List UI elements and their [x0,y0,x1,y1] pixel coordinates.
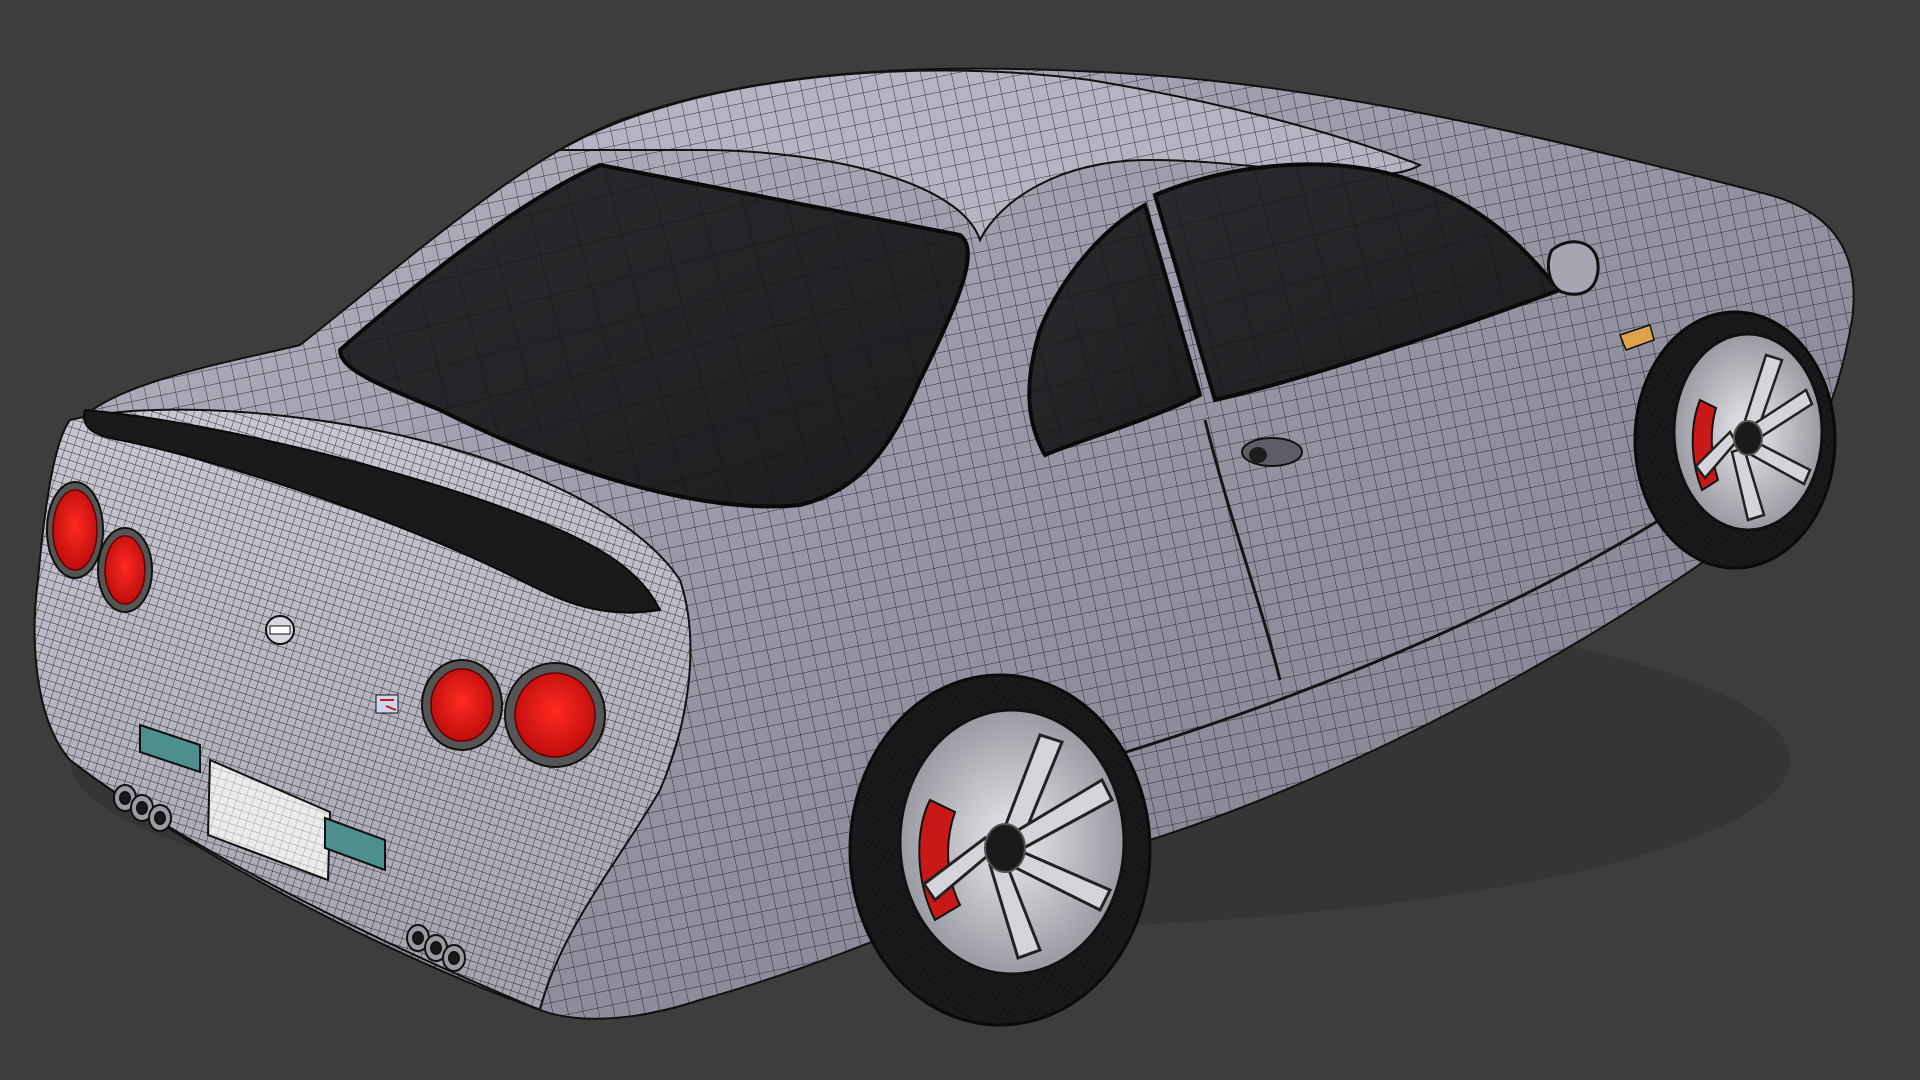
rear-wheel[interactable] [848,673,1152,1027]
taillight-left-outer[interactable] [46,481,104,579]
taillight-right-inner[interactable] [421,659,503,751]
3d-viewport[interactable] [0,0,1920,1080]
wheel-hub-rear [984,823,1026,873]
front-wheel[interactable] [1633,310,1837,570]
wheel-hub-front [1733,420,1763,456]
rear-emblem [265,615,295,645]
taillight-right-outer[interactable] [504,662,606,768]
model-badge [375,694,399,714]
side-mirror[interactable] [1546,240,1600,296]
viewport-canvas[interactable] [0,0,1920,1080]
car-model[interactable] [33,67,1855,1027]
taillight-left-inner[interactable] [97,527,153,613]
